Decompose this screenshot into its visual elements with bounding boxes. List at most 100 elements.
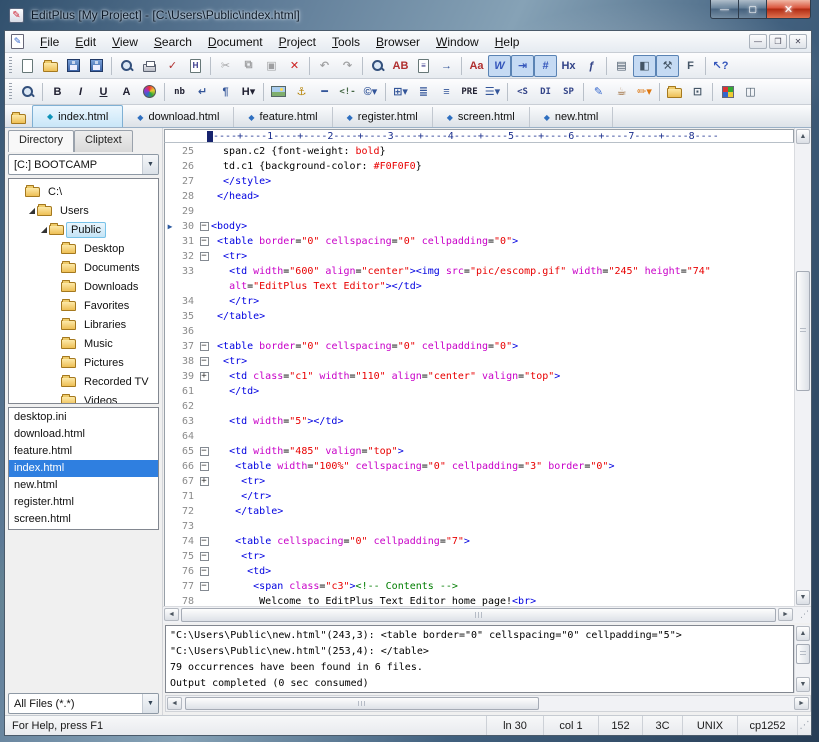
scroll-right-icon[interactable]: ►: [794, 697, 809, 710]
tree-item-users[interactable]: ◢Users: [11, 201, 158, 220]
code-line[interactable]: 28 </head>: [165, 189, 794, 204]
tree-item-videos[interactable]: Videos: [11, 391, 158, 404]
fold-collapse-icon[interactable]: −: [200, 447, 209, 456]
highlight-pens-button[interactable]: ✏▾: [633, 81, 656, 103]
menu-tools[interactable]: Tools: [324, 32, 368, 52]
output-vertical-scrollbar[interactable]: ▲ ▼: [794, 625, 811, 693]
output-horizontal-scrollbar[interactable]: ◄ ►: [165, 695, 811, 712]
file-item-featurehtml[interactable]: feature.html: [9, 443, 158, 460]
goto-line-button[interactable]: →: [435, 55, 458, 77]
hex-viewer-button[interactable]: Hx: [557, 55, 580, 77]
new-document-button[interactable]: [16, 55, 39, 77]
resize-grip[interactable]: ⋰: [797, 716, 811, 735]
list-button[interactable]: ☰▾: [481, 81, 504, 103]
find-in-files-button[interactable]: ≡: [412, 55, 435, 77]
toolbar-grip[interactable]: [9, 57, 12, 75]
text-color-button[interactable]: [138, 81, 161, 103]
code-line[interactable]: 37− <table border="0" cellspacing="0" ce…: [165, 339, 794, 354]
mdi-restore-button[interactable]: ❐: [769, 34, 787, 49]
edit-cliptext-button[interactable]: ✎: [587, 81, 610, 103]
browser-preview-button[interactable]: [16, 81, 39, 103]
code-line[interactable]: 71 </tr>: [165, 489, 794, 504]
scroll-right-icon[interactable]: ►: [778, 608, 793, 621]
align-justify-button[interactable]: ≣: [412, 81, 435, 103]
heading-button[interactable]: H▾: [237, 81, 260, 103]
directory-window-button[interactable]: ◧: [633, 55, 656, 77]
word-wrap-button[interactable]: W: [488, 55, 511, 77]
fold-collapse-icon[interactable]: −: [200, 552, 209, 561]
functions-window-button[interactable]: F: [679, 55, 702, 77]
code-line[interactable]: 31− <table border="0" cellspacing="0" ce…: [165, 234, 794, 249]
expand-arrow-icon[interactable]: ◢: [39, 225, 49, 234]
italic-button[interactable]: I: [69, 81, 92, 103]
code-line[interactable]: 34 </tr>: [165, 294, 794, 309]
file-item-downloadhtml[interactable]: download.html: [9, 426, 158, 443]
code-line[interactable]: 78 Welcome to EditPlus Text Editor home …: [165, 594, 794, 606]
fold-margin[interactable]: −: [197, 236, 211, 247]
scroll-left-icon[interactable]: ◄: [164, 608, 179, 621]
tab-directory[interactable]: Directory: [8, 130, 74, 152]
cliptext-window-button[interactable]: ⚒: [656, 55, 679, 77]
bold-button[interactable]: B: [46, 81, 69, 103]
project-folder-icon[interactable]: [11, 114, 26, 124]
code-line[interactable]: 35 </table>: [165, 309, 794, 324]
scroll-thumb[interactable]: [796, 271, 810, 391]
print-button[interactable]: [138, 55, 161, 77]
output-window-button[interactable]: ▤: [610, 55, 633, 77]
close-button[interactable]: ✕: [766, 0, 811, 19]
find-button[interactable]: [366, 55, 389, 77]
scroll-left-icon[interactable]: ◄: [167, 697, 182, 710]
menu-edit[interactable]: Edit: [67, 32, 104, 52]
line-break-button[interactable]: ↵: [191, 81, 214, 103]
table-button[interactable]: ⊞▾: [389, 81, 412, 103]
div-tag-button[interactable]: DI: [534, 81, 557, 103]
spell-check-button[interactable]: ✓: [161, 55, 184, 77]
mdi-close-button[interactable]: ✕: [789, 34, 807, 49]
paragraph-button[interactable]: ¶: [214, 81, 237, 103]
code-line[interactable]: 74− <table cellspacing="0" cellpadding="…: [165, 534, 794, 549]
fold-expand-icon[interactable]: +: [200, 372, 209, 381]
fold-margin[interactable]: −: [197, 536, 211, 547]
code-line[interactable]: 62: [165, 399, 794, 414]
menu-project[interactable]: Project: [271, 32, 324, 52]
tree-item-pictures[interactable]: Pictures: [11, 353, 158, 372]
tree-item-documents[interactable]: Documents: [11, 258, 158, 277]
function-list-button[interactable]: ƒ: [580, 55, 603, 77]
code-line[interactable]: 66− <table width="100%" cellspacing="0" …: [165, 459, 794, 474]
tree-item-desktop[interactable]: Desktop: [11, 239, 158, 258]
fold-margin[interactable]: −: [197, 251, 211, 262]
span-tag-button[interactable]: SP: [557, 81, 580, 103]
minimize-button[interactable]: —: [710, 0, 739, 19]
code-line[interactable]: 27 </style>: [165, 174, 794, 189]
save-all-button[interactable]: [85, 55, 108, 77]
menu-file[interactable]: File: [32, 32, 67, 52]
fold-margin[interactable]: −: [197, 551, 211, 562]
menu-browser[interactable]: Browser: [368, 32, 428, 52]
fold-collapse-icon[interactable]: −: [200, 582, 209, 591]
insert-image-button[interactable]: [267, 81, 290, 103]
code-line[interactable]: 61 </td>: [165, 384, 794, 399]
indent-guide-button[interactable]: ⇥: [511, 55, 534, 77]
fold-collapse-icon[interactable]: −: [200, 222, 209, 231]
scroll-track[interactable]: [180, 607, 777, 623]
tree-item-libraries[interactable]: Libraries: [11, 315, 158, 334]
fold-collapse-icon[interactable]: −: [200, 342, 209, 351]
scroll-down-icon[interactable]: ▼: [796, 677, 810, 692]
title-bar[interactable]: ✎ EditPlus [My Project] - [C:\Users\Publ…: [0, 0, 819, 30]
fold-margin[interactable]: +: [197, 371, 211, 382]
scroll-track[interactable]: [795, 145, 811, 589]
preformatted-button[interactable]: PRE: [458, 81, 481, 103]
tree-item-public[interactable]: ◢Public: [11, 220, 158, 239]
drive-select[interactable]: [C:] BOOTCAMP ▼: [8, 154, 159, 175]
scroll-down-icon[interactable]: ▼: [796, 590, 810, 605]
fold-collapse-icon[interactable]: −: [200, 252, 209, 261]
change-case-button[interactable]: Aa: [465, 55, 488, 77]
tree-item-music[interactable]: Music: [11, 334, 158, 353]
fold-collapse-icon[interactable]: −: [200, 567, 209, 576]
code-line[interactable]: 33 <td width="600" align="center"><img s…: [165, 264, 794, 279]
file-item-desktopini[interactable]: desktop.ini: [9, 409, 158, 426]
expand-arrow-icon[interactable]: ◢: [27, 206, 37, 215]
code-line[interactable]: 29: [165, 204, 794, 219]
editor-vertical-scrollbar[interactable]: ▲ ▼: [794, 128, 811, 606]
special-character-button[interactable]: ©▾: [359, 81, 382, 103]
